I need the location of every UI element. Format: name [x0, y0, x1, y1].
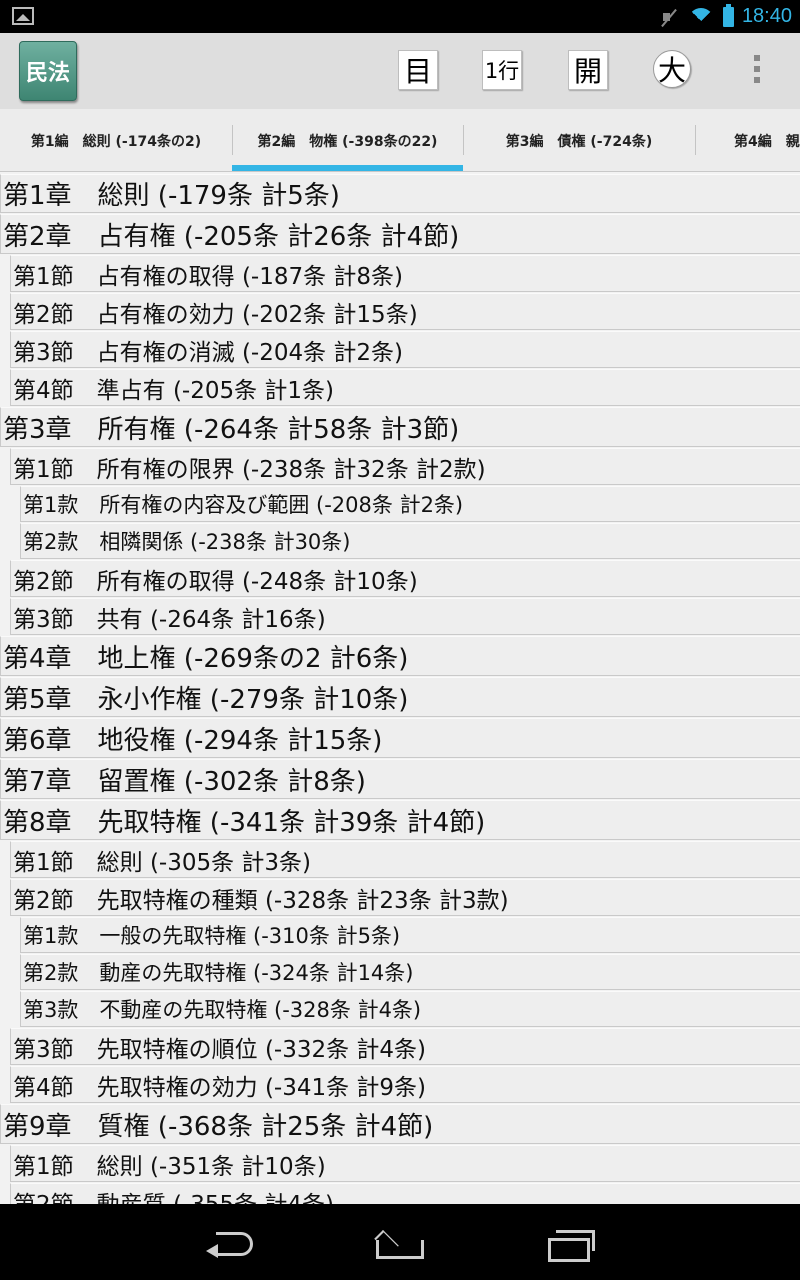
tree-item-label: 第4節 準占有 (-205条 計1条): [13, 377, 335, 404]
tab-book-3[interactable]: 第3編 債権 (-724条): [463, 109, 695, 171]
tree-item[interactable]: 第1款 一般の先取特権 (-310条 計5条): [20, 917, 800, 953]
mute-icon: [659, 7, 679, 27]
tree-item[interactable]: 第8章 先取特権 (-341条 計39条 計4節): [0, 800, 800, 840]
battery-icon: [722, 3, 734, 27]
tree-item-label: 第1款 所有権の内容及び範囲 (-208条 計2条): [23, 493, 464, 517]
tree-item[interactable]: 第1節 総則 (-351条 計10条): [10, 1145, 800, 1182]
tree-item-label: 第3節 占有権の消滅 (-204条 計2条): [13, 339, 404, 366]
tree-item[interactable]: 第2節 動産質 (-355条 計4条): [10, 1183, 800, 1204]
gallery-notification-icon: [12, 7, 34, 25]
one-line-button[interactable]: 1行: [482, 50, 522, 90]
tree-item[interactable]: 第3節 占有権の消滅 (-204条 計2条): [10, 331, 800, 368]
tree-item[interactable]: 第4節 先取特権の効力 (-341条 計9条): [10, 1066, 800, 1103]
tree-item[interactable]: 第2節 先取特権の種類 (-328条 計23条 計3款): [10, 879, 800, 916]
tree-item-label: 第1節 総則 (-305条 計3条): [13, 849, 312, 876]
tree-item-label: 第3款 不動産の先取特権 (-328条 計4条): [23, 998, 422, 1022]
expand-button[interactable]: 開: [568, 50, 608, 90]
tree-item-label: 第2節 先取特権の種類 (-328条 計23条 計3款): [13, 887, 509, 914]
home-icon[interactable]: [376, 1228, 424, 1259]
tree-item[interactable]: 第4章 地上権 (-269条の2 計6条): [0, 636, 800, 676]
tree-item-label: 第1節 所有権の限界 (-238条 計32条 計2款): [13, 456, 486, 483]
tree-item-label: 第3章 所有権 (-264条 計58条 計3節): [3, 414, 460, 445]
recent-apps-icon[interactable]: [548, 1230, 595, 1262]
tree-item-label: 第2節 所有権の取得 (-248条 計10条): [13, 568, 418, 595]
tree-item-label: 第2章 占有権 (-205条 計26条 計4節): [3, 221, 460, 252]
tree-item[interactable]: 第3款 不動産の先取特権 (-328条 計4条): [20, 991, 800, 1027]
tab-bar: 第1編 総則 (-174条の2) 第2編 物権 (-398条の22) 第3編 債…: [0, 109, 800, 172]
tree-item[interactable]: 第2節 所有権の取得 (-248条 計10条): [10, 560, 800, 597]
app-icon[interactable]: 民法: [19, 41, 77, 101]
large-font-button[interactable]: 大: [653, 50, 691, 88]
tree-item-label: 第4節 先取特権の効力 (-341条 計9条): [13, 1074, 427, 1101]
tree-item[interactable]: 第2款 相隣関係 (-238条 計30条): [20, 523, 800, 559]
tree-item[interactable]: 第1節 総則 (-305条 計3条): [10, 841, 800, 878]
tree-item-label: 第2款 動産の先取特権 (-324条 計14条): [23, 961, 414, 985]
tree-item-label: 第6章 地役権 (-294条 計15条): [3, 725, 383, 756]
status-icons: 18:40: [659, 0, 792, 33]
tree-item[interactable]: 第3節 先取特権の順位 (-332条 計4条): [10, 1028, 800, 1065]
tree-item[interactable]: 第2節 占有権の効力 (-202条 計15条): [10, 293, 800, 330]
tree-item-label: 第8章 先取特権 (-341条 計39条 計4節): [3, 807, 486, 838]
contents-button[interactable]: 目: [398, 50, 438, 90]
tree-item[interactable]: 第1節 所有権の限界 (-238条 計32条 計2款): [10, 448, 800, 485]
tree-item-label: 第1款 一般の先取特権 (-310条 計5条): [23, 924, 401, 948]
chapter-tree-list[interactable]: 第1章 総則 (-179条 計5条) 第2章 占有権 (-205条 計26条 計…: [0, 172, 800, 1204]
tree-item[interactable]: 第7章 留置権 (-302条 計8条): [0, 759, 800, 799]
tree-item[interactable]: 第9章 質権 (-368条 計25条 計4節): [0, 1104, 800, 1144]
tree-item[interactable]: 第1款 所有権の内容及び範囲 (-208条 計2条): [20, 486, 800, 522]
tree-item[interactable]: 第1節 占有権の取得 (-187条 計8条): [10, 255, 800, 292]
tree-item-label: 第1章 総則 (-179条 計5条): [3, 181, 340, 211]
tab-book-1[interactable]: 第1編 総則 (-174条の2): [0, 109, 232, 171]
tab-book-4[interactable]: 第4編 親: [696, 109, 800, 171]
tree-item[interactable]: 第5章 永小作権 (-279条 計10条): [0, 677, 800, 717]
tree-item[interactable]: 第1章 総則 (-179条 計5条): [0, 174, 800, 213]
tree-item-label: 第2節 動産質 (-355条 計4条): [11, 1185, 334, 1205]
tree-item[interactable]: 第3節 共有 (-264条 計16条): [10, 598, 800, 635]
tab-book-2[interactable]: 第2編 物権 (-398条の22): [232, 109, 463, 171]
tree-item-label: 第3節 共有 (-264条 計16条): [13, 606, 326, 633]
tree-item-label: 第4章 地上権 (-269条の2 計6条): [3, 643, 409, 674]
tree-item-label: 第9章 質権 (-368条 計25条 計4節): [3, 1111, 434, 1142]
tree-item-label: 第7章 留置権 (-302条 計8条): [3, 766, 366, 797]
tree-item-label: 第1節 総則 (-351条 計10条): [13, 1153, 326, 1180]
wifi-icon: [687, 6, 715, 28]
back-icon[interactable]: [206, 1230, 254, 1258]
navigation-bar: [0, 1204, 800, 1280]
status-bar: 18:40: [0, 0, 800, 33]
tree-item-label: 第5章 永小作権 (-279条 計10条): [3, 684, 409, 715]
overflow-menu-icon[interactable]: [752, 55, 762, 89]
tree-item[interactable]: 第2款 動産の先取特権 (-324条 計14条): [20, 954, 800, 990]
tree-item-label: 第2款 相隣関係 (-238条 計30条): [23, 530, 351, 554]
tree-item-label: 第2節 占有権の効力 (-202条 計15条): [13, 301, 418, 328]
tree-item[interactable]: 第4節 準占有 (-205条 計1条): [10, 369, 800, 406]
action-bar: 民法 目 1行 開 大: [0, 33, 800, 109]
tree-item-label: 第1節 占有権の取得 (-187条 計8条): [13, 263, 404, 290]
tree-item[interactable]: 第6章 地役権 (-294条 計15条): [0, 718, 800, 758]
status-time: 18:40: [741, 5, 792, 27]
tree-item-label: 第3節 先取特権の順位 (-332条 計4条): [13, 1036, 427, 1063]
tree-item[interactable]: 第3章 所有権 (-264条 計58条 計3節): [0, 407, 800, 447]
tree-item[interactable]: 第2章 占有権 (-205条 計26条 計4節): [0, 214, 800, 254]
